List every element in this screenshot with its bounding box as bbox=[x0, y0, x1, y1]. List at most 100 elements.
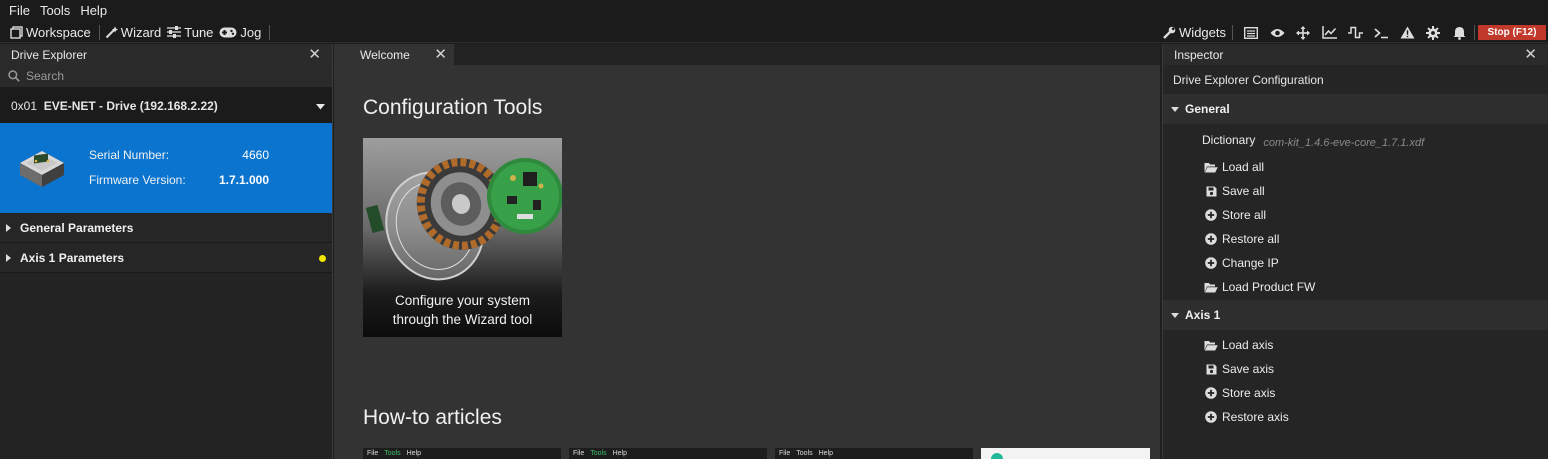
save-icon bbox=[1204, 186, 1218, 197]
howto-article-thumb[interactable]: File Tools Help bbox=[363, 448, 561, 459]
chevron-down-icon[interactable] bbox=[316, 99, 325, 113]
thumb-menu-help: Help bbox=[818, 450, 834, 457]
thumb-menu-help: Help bbox=[406, 450, 422, 457]
jog-button[interactable]: Jog bbox=[219, 25, 261, 40]
welcome-view: Welcome ✕ Configuration Tools Configure … bbox=[334, 44, 1160, 459]
folder-open-icon bbox=[1204, 340, 1218, 351]
tab-bar: Welcome ✕ bbox=[334, 44, 1160, 65]
search-input[interactable]: Search bbox=[0, 65, 332, 88]
stop-button[interactable]: Stop (F12) bbox=[1478, 25, 1546, 40]
action-label: Save all bbox=[1222, 184, 1265, 198]
inspector-header: Inspector ✕ bbox=[1163, 44, 1548, 65]
close-icon[interactable]: ✕ bbox=[434, 47, 447, 62]
serial-number-value: 4660 bbox=[242, 148, 269, 162]
thumb-menu-tools: Tools bbox=[384, 450, 401, 457]
close-icon[interactable]: ✕ bbox=[308, 47, 321, 62]
action-label: Store axis bbox=[1222, 386, 1276, 400]
wizard-tool-card[interactable]: Configure your system through the Wizard… bbox=[363, 138, 562, 337]
status-dot-icon bbox=[319, 255, 326, 262]
action-label: Load axis bbox=[1222, 338, 1274, 352]
folder-open-icon bbox=[1204, 282, 1218, 293]
section-label: Axis 1 bbox=[1185, 308, 1221, 322]
save-icon bbox=[1204, 364, 1218, 375]
action-label: Restore all bbox=[1222, 232, 1280, 246]
caret-down-icon bbox=[1171, 312, 1179, 318]
store-all-button[interactable]: Store all bbox=[1163, 203, 1548, 227]
menu-bar: File Tools Help bbox=[0, 0, 1548, 22]
drive-info-card[interactable]: Serial Number: 4660 Firmware Version: 1.… bbox=[0, 123, 332, 213]
tune-button[interactable]: Tune bbox=[167, 25, 213, 40]
gear-icon[interactable] bbox=[1420, 22, 1446, 43]
motor-illustration bbox=[365, 158, 562, 281]
move-icon[interactable] bbox=[1290, 22, 1316, 43]
terminal-icon[interactable] bbox=[1368, 22, 1394, 43]
wand-icon bbox=[105, 26, 118, 39]
caption-line: through the Wizard tool bbox=[392, 312, 533, 327]
gamepad-icon bbox=[219, 27, 237, 38]
thumb-menu-help: Help bbox=[612, 450, 628, 457]
howto-article-thumb[interactable]: File Tools Help bbox=[775, 448, 973, 459]
howto-article-thumb[interactable] bbox=[981, 448, 1150, 459]
thumb-menu-tools: Tools bbox=[590, 450, 607, 457]
wizard-button[interactable]: Wizard bbox=[105, 25, 161, 40]
list-icon[interactable] bbox=[1238, 22, 1264, 43]
load-axis-button[interactable]: Load axis bbox=[1163, 333, 1548, 357]
caret-right-icon bbox=[6, 223, 11, 232]
plus-circle-icon bbox=[1204, 411, 1218, 423]
load-product-fw-button[interactable]: Load Product FW bbox=[1163, 275, 1548, 299]
tab-label: Welcome bbox=[360, 47, 410, 62]
thumb-menu-file: File bbox=[779, 450, 791, 457]
tree-item-general-parameters[interactable]: General Parameters bbox=[0, 213, 332, 243]
signal-icon[interactable] bbox=[1342, 22, 1368, 43]
dictionary-label: Dictionary bbox=[1202, 132, 1256, 147]
load-all-button[interactable]: Load all bbox=[1163, 155, 1548, 179]
save-all-button[interactable]: Save all bbox=[1163, 179, 1548, 203]
section-axis-1[interactable]: Axis 1 bbox=[1163, 300, 1548, 330]
save-axis-button[interactable]: Save axis bbox=[1163, 357, 1548, 381]
tree-item-label: Axis 1 Parameters bbox=[20, 250, 125, 265]
tab-welcome[interactable]: Welcome ✕ bbox=[334, 44, 454, 65]
search-placeholder: Search bbox=[26, 69, 65, 83]
search-icon bbox=[8, 70, 20, 82]
restore-all-button[interactable]: Restore all bbox=[1163, 227, 1548, 251]
drive-title: 0x01 EVE-NET - Drive (192.168.2.22) bbox=[11, 99, 218, 113]
section-general[interactable]: General bbox=[1163, 94, 1548, 124]
section-label: General bbox=[1185, 102, 1230, 116]
drive-id: 0x01 bbox=[11, 98, 38, 113]
widgets-button[interactable]: Widgets bbox=[1163, 25, 1226, 40]
thumb-menu-file: File bbox=[367, 450, 379, 457]
tune-label: Tune bbox=[184, 24, 214, 40]
eye-icon[interactable] bbox=[1264, 22, 1290, 43]
sliders-icon bbox=[167, 26, 182, 38]
drive-device-image bbox=[16, 143, 68, 193]
chart-icon[interactable] bbox=[1316, 22, 1342, 43]
dictionary-row: Dictionary com-kit_1.4.6-eve-core_1.7.1.… bbox=[1163, 124, 1548, 155]
plus-circle-icon bbox=[1204, 257, 1218, 269]
toolbar-separator bbox=[269, 24, 271, 40]
bell-icon[interactable] bbox=[1446, 22, 1472, 43]
toolbar-separator bbox=[1474, 25, 1475, 40]
tree-item-axis-1-parameters[interactable]: Axis 1 Parameters bbox=[0, 243, 332, 273]
menu-file[interactable]: File bbox=[4, 0, 35, 22]
close-icon[interactable]: ✕ bbox=[1524, 47, 1537, 62]
drive-name: EVE-NET - Drive (192.168.2.22) bbox=[43, 98, 218, 113]
workspace-button[interactable]: Workspace bbox=[10, 25, 91, 40]
firmware-version-value: 1.7.1.000 bbox=[218, 173, 269, 187]
plus-circle-icon bbox=[1204, 387, 1218, 399]
folder-open-icon bbox=[1204, 162, 1218, 173]
store-axis-button[interactable]: Store axis bbox=[1163, 381, 1548, 405]
inspector-title: Inspector bbox=[1174, 47, 1224, 62]
warning-icon[interactable] bbox=[1394, 22, 1420, 43]
menu-help[interactable]: Help bbox=[75, 0, 112, 22]
inspector-subtitle: Drive Explorer Configuration bbox=[1163, 65, 1548, 94]
menu-tools[interactable]: Tools bbox=[35, 0, 75, 22]
toolbar-separator bbox=[1232, 25, 1233, 40]
howto-article-thumb[interactable]: File Tools Help bbox=[569, 448, 767, 459]
drive-selector[interactable]: 0x01 EVE-NET - Drive (192.168.2.22) bbox=[0, 88, 332, 123]
change-ip-button[interactable]: Change IP bbox=[1163, 251, 1548, 275]
caption-line: Configure your system bbox=[394, 293, 531, 308]
widgets-label: Widgets bbox=[1179, 25, 1226, 40]
plus-circle-icon bbox=[1204, 233, 1218, 245]
action-label: Load all bbox=[1222, 160, 1265, 174]
restore-axis-button[interactable]: Restore axis bbox=[1163, 405, 1548, 429]
